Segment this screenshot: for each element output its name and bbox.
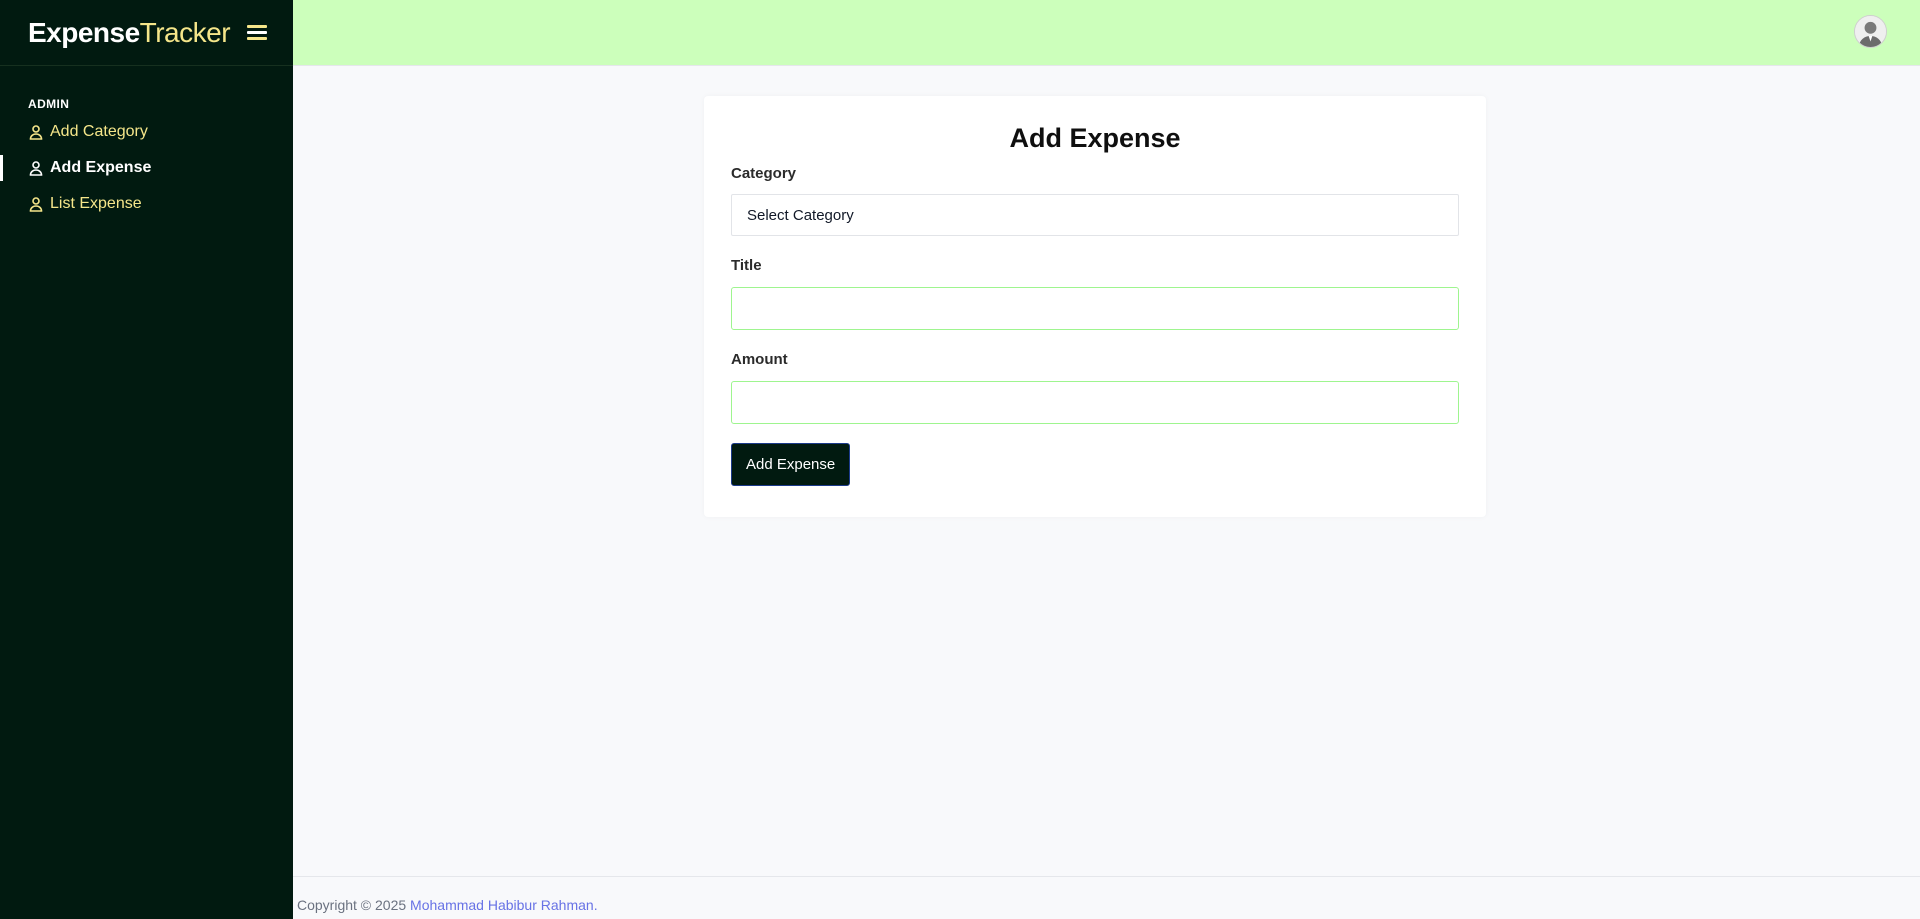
sidebar-section-admin: ADMIN <box>28 97 70 111</box>
sidebar-item-label: List Expense <box>50 195 142 212</box>
brand-strong: Expense <box>28 16 140 48</box>
copyright-text: Copyright © 2025 <box>297 897 407 913</box>
add-expense-button[interactable]: Add Expense <box>731 443 851 486</box>
user-avatar-icon[interactable] <box>1854 15 1887 48</box>
sidebar-item-add-expense[interactable]: Add Expense <box>0 150 293 186</box>
author-link[interactable]: Mohammad Habibur Rahman <box>410 897 594 913</box>
brand-logo[interactable]: ExpenseTracker <box>28 16 231 49</box>
top-header <box>293 0 1920 66</box>
menu-toggle-icon[interactable] <box>247 25 268 40</box>
brand: ExpenseTracker <box>0 0 293 66</box>
sidebar-item-label: Add Category <box>50 123 148 140</box>
amount-label: Amount <box>731 351 788 368</box>
user-icon <box>28 160 44 176</box>
amount-input[interactable] <box>731 381 1459 424</box>
sidebar-nav: Add Category Add Expense List Expense <box>0 114 293 222</box>
title-input[interactable] <box>731 287 1459 330</box>
brand-light: Tracker <box>139 16 231 48</box>
sidebar: ExpenseTracker ADMIN Add Category Add Ex… <box>0 0 293 919</box>
page-title: Add Expense <box>1009 123 1181 153</box>
sidebar-item-label: Add Expense <box>50 159 152 176</box>
add-expense-card: Add Expense Category Select Category Tit… <box>704 96 1486 517</box>
user-icon <box>28 196 44 212</box>
user-icon <box>28 124 44 140</box>
category-select[interactable]: Select Category <box>731 194 1459 236</box>
category-label: Category <box>731 165 797 182</box>
sidebar-item-add-category[interactable]: Add Category <box>0 114 293 150</box>
sidebar-item-list-expense[interactable]: List Expense <box>0 186 293 222</box>
category-selected-value: Select Category <box>747 206 854 224</box>
title-label: Title <box>731 257 762 274</box>
footer: Copyright © 2025 Mohammad Habibur Rahman… <box>293 876 1920 919</box>
author-link-suffix: . <box>593 897 598 913</box>
